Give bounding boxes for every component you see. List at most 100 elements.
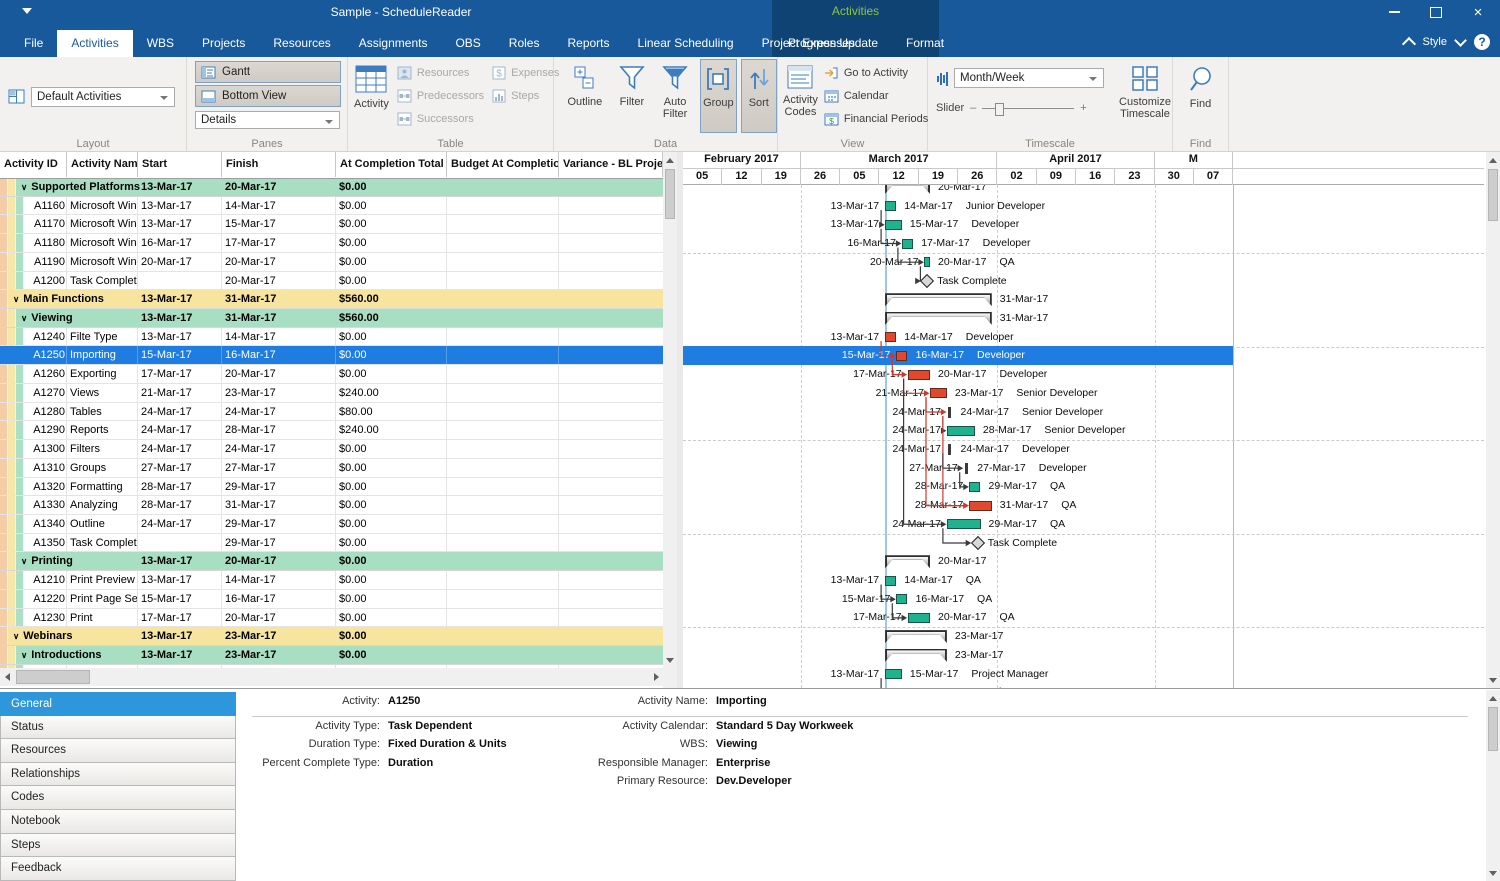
column-header-start[interactable]: Start <box>138 152 222 177</box>
style-dropdown-icon[interactable] <box>1454 34 1467 47</box>
table-row[interactable]: A1180Microsoft Windows16-Mar-1717-Mar-17… <box>0 234 663 253</box>
customize-timescale-button[interactable]: Customize Timescale <box>1118 59 1172 133</box>
zoom-out-icon[interactable]: – <box>970 102 976 114</box>
table-vertical-scrollbar[interactable] <box>663 152 677 668</box>
gantt-toggle-button[interactable]: Gantt <box>195 61 341 83</box>
resources-table-button[interactable]: Resources <box>397 62 484 84</box>
week-header[interactable]: 07 <box>1194 168 1233 185</box>
scrollbar-thumb[interactable] <box>1488 169 1498 221</box>
details-tab-notebook[interactable]: Notebook <box>0 810 236 834</box>
details-tab-general[interactable]: General <box>0 692 236 716</box>
find-button[interactable]: Find <box>1180 59 1222 133</box>
scrollbar-thumb[interactable] <box>665 169 675 219</box>
slider-thumb[interactable] <box>995 103 1004 116</box>
column-header-at-completion-total-[interactable]: At Completion Total ... <box>336 152 447 177</box>
table-row[interactable]: ∨Introductions13-Mar-1723-Mar-17$0.00 <box>0 646 663 665</box>
close-button[interactable]: × <box>1464 2 1492 22</box>
menu-tab-reports[interactable]: Reports <box>553 30 623 57</box>
column-header-budget-at-completion[interactable]: Budget At Completion <box>447 152 559 177</box>
month-header[interactable]: February 2017 <box>683 152 801 168</box>
gantt-vertical-scrollbar[interactable] <box>1486 152 1500 688</box>
minimize-button[interactable] <box>1380 2 1408 22</box>
menu-tab-assignments[interactable]: Assignments <box>345 30 442 57</box>
details-tab-resources[interactable]: Resources <box>0 739 236 763</box>
expenses-table-button[interactable]: $ Expenses <box>492 62 559 84</box>
maximize-button[interactable] <box>1422 2 1450 22</box>
bottom-view-toggle-button[interactable]: Bottom View <box>195 85 341 107</box>
menu-tab-wbs[interactable]: WBS <box>133 30 188 57</box>
week-header[interactable]: 26 <box>958 168 997 185</box>
scroll-up-icon[interactable] <box>1486 691 1500 705</box>
table-horizontal-scrollbar[interactable] <box>0 668 663 686</box>
help-button[interactable]: ? <box>1474 34 1490 50</box>
table-row[interactable]: A1210Print Preview13-Mar-1714-Mar-17$0.0… <box>0 571 663 590</box>
filter-button[interactable]: Filter <box>614 59 650 133</box>
menu-tab-obs[interactable]: OBS <box>441 30 494 57</box>
predecessors-table-button[interactable]: Predecessors <box>397 85 484 107</box>
week-header[interactable]: 16 <box>1076 168 1115 185</box>
table-row[interactable]: A1230Print17-Mar-1720-Mar-17$0.00 <box>0 609 663 628</box>
scroll-down-icon[interactable] <box>663 653 677 667</box>
month-header[interactable]: M <box>1155 152 1234 168</box>
scroll-down-icon[interactable] <box>1486 866 1500 880</box>
scrollbar-thumb[interactable] <box>16 670 90 684</box>
steps-table-button[interactable]: Steps <box>492 85 559 107</box>
table-row[interactable]: ∨Printing13-Mar-1720-Mar-17$0.00 <box>0 552 663 571</box>
details-tab-relationships[interactable]: Relationships <box>0 763 236 787</box>
table-row[interactable]: A1310Groups27-Mar-1727-Mar-17$0.00 <box>0 459 663 478</box>
details-dropdown[interactable]: Details <box>195 111 340 129</box>
week-header[interactable]: 12 <box>722 168 761 185</box>
activity-codes-button[interactable]: Activity Codes <box>783 59 818 133</box>
table-row[interactable]: A1220Print Page Setup15-Mar-1716-Mar-17$… <box>0 590 663 609</box>
scroll-down-icon[interactable] <box>1486 673 1500 687</box>
auto-filter-button[interactable]: Auto Filter <box>654 59 696 133</box>
table-row[interactable]: A1190Microsoft Windows20-Mar-1720-Mar-17… <box>0 253 663 272</box>
menu-tab-linear-scheduling[interactable]: Linear Scheduling <box>624 30 748 57</box>
collapse-ribbon-icon[interactable] <box>1401 37 1415 51</box>
table-row[interactable]: ∨Webinars13-Mar-1723-Mar-17$0.00 <box>0 627 663 646</box>
table-row[interactable]: A1240Filte Type13-Mar-1714-Mar-17$0.00 <box>0 328 663 347</box>
week-header[interactable]: 19 <box>919 168 958 185</box>
table-row[interactable]: A1330Analyzing28-Mar-1731-Mar-17$0.00 <box>0 496 663 515</box>
week-header[interactable]: 12 <box>880 168 919 185</box>
scroll-up-icon[interactable] <box>1486 153 1500 167</box>
week-header[interactable]: 02 <box>997 168 1036 185</box>
timescale-dropdown[interactable]: Month/Week <box>954 68 1104 88</box>
financial-periods-button[interactable]: $ Financial Periods <box>824 108 928 130</box>
week-header[interactable]: 19 <box>762 168 801 185</box>
details-tab-feedback[interactable]: Feedback <box>0 857 236 881</box>
group-toggle-button[interactable]: Group <box>700 59 736 133</box>
month-header[interactable]: April 2017 <box>997 152 1154 168</box>
scroll-up-icon[interactable] <box>663 153 677 167</box>
table-row[interactable]: ∨Supported Platforms13-Mar-1720-Mar-17$0… <box>0 178 663 197</box>
menu-tab-projects[interactable]: Projects <box>188 30 259 57</box>
menu-tab-resources[interactable]: Resources <box>259 30 344 57</box>
quick-access-icon[interactable] <box>22 8 32 14</box>
table-row[interactable]: A1260Exporting17-Mar-1720-Mar-17$0.00 <box>0 365 663 384</box>
table-row[interactable]: A1200Task Complete20-Mar-17$0.00 <box>0 272 663 291</box>
column-header-activity-id[interactable]: Activity ID <box>0 152 67 177</box>
menu-tab-activities[interactable]: Activities <box>57 30 132 57</box>
menu-tab-file[interactable]: File <box>10 30 57 57</box>
details-tab-codes[interactable]: Codes <box>0 786 236 810</box>
table-row[interactable]: ∨Main Functions13-Mar-1731-Mar-17$560.00 <box>0 290 663 309</box>
month-header[interactable]: March 2017 <box>801 152 998 168</box>
table-row[interactable]: A1290Reports24-Mar-1728-Mar-17$240.00 <box>0 421 663 440</box>
table-row[interactable]: A1300Filters24-Mar-1724-Mar-17$0.00 <box>0 440 663 459</box>
successors-table-button[interactable]: Successors <box>397 108 484 130</box>
scrollbar-thumb[interactable] <box>1488 707 1498 751</box>
table-row[interactable]: A1270Views21-Mar-1723-Mar-17$240.00 <box>0 384 663 403</box>
table-row[interactable]: ∨Viewing13-Mar-1731-Mar-17$560.00 <box>0 309 663 328</box>
outline-button[interactable]: Outline <box>560 59 610 133</box>
style-menu[interactable]: Style <box>1423 36 1447 48</box>
go-to-activity-button[interactable]: Go to Activity <box>824 62 928 84</box>
table-row[interactable]: A1160Microsoft Windows13-Mar-1714-Mar-17… <box>0 197 663 216</box>
menu-tab-roles[interactable]: Roles <box>495 30 554 57</box>
calendar-button[interactable]: Calendar <box>824 85 928 107</box>
timescale-header[interactable]: February 2017051219March 20172605121926A… <box>683 152 1484 185</box>
week-header[interactable]: 30 <box>1155 168 1194 185</box>
week-header[interactable]: 05 <box>683 168 722 185</box>
sort-toggle-button[interactable]: Sort <box>741 59 777 133</box>
week-header[interactable]: 26 <box>801 168 840 185</box>
week-header[interactable]: 09 <box>1037 168 1076 185</box>
